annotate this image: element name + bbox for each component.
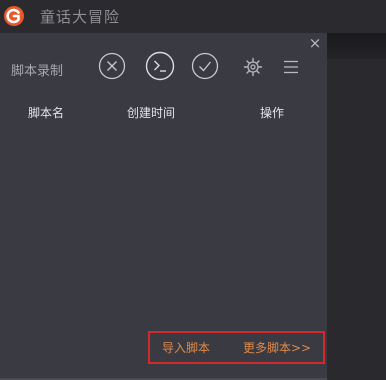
side-strip-shadow: [327, 33, 386, 59]
menu-icon[interactable]: [283, 59, 299, 75]
stop-record-button[interactable]: [98, 52, 126, 80]
confirm-button[interactable]: [191, 52, 219, 80]
import-script-link[interactable]: 导入脚本: [162, 339, 210, 356]
close-button[interactable]: ×: [307, 35, 323, 51]
column-header-script-name: 脚本名: [28, 106, 65, 120]
app-title: 童话大冒险: [40, 8, 121, 26]
table-header: 脚本名 创建时间 操作: [0, 96, 327, 126]
app-window: 童话大冒险 × 脚本录制 脚本名 创建时间 操作 导入脚本 更多脚本>>: [0, 0, 386, 380]
more-scripts-link[interactable]: 更多脚本>>: [243, 339, 311, 356]
app-logo-icon: [4, 6, 24, 26]
column-header-actions: 操作: [260, 106, 285, 120]
side-strip: [327, 33, 386, 380]
terminal-run-button[interactable]: [145, 51, 175, 81]
title-bar: 童话大冒险: [0, 0, 386, 33]
gear-icon[interactable]: [243, 57, 263, 77]
column-header-created-time: 创建时间: [127, 106, 176, 120]
script-panel: × 脚本录制 脚本名 创建时间 操作 导入脚本 更多脚本>>: [0, 33, 327, 380]
toolbar-label: 脚本录制: [11, 64, 64, 79]
